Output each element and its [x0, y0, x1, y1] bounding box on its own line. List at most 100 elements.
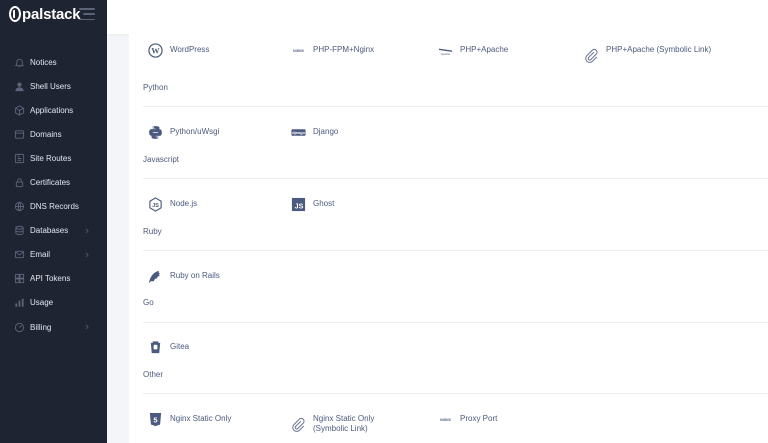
sidebar-item-label: Site Routes [30, 153, 72, 163]
divider [143, 106, 768, 107]
route-icon [13, 152, 25, 164]
wordpress-icon: W [148, 43, 163, 58]
sidebar-item-dns-records[interactable]: DNS Records [0, 195, 107, 219]
divider [143, 393, 768, 394]
app-option-django[interactable]: django Django [291, 125, 338, 140]
users-icon [13, 80, 25, 92]
sidebar-item-api-tokens[interactable]: API Tokens [0, 267, 107, 291]
app-label: PHP+Apache (Symbolic Link) [606, 45, 712, 54]
category-heading-ruby: Ruby [143, 227, 162, 236]
key-icon [13, 273, 25, 285]
sidebar-item-notices[interactable]: Notices [0, 50, 107, 74]
chevron-right-icon [85, 324, 89, 330]
app-label: Nginx Static Only [170, 414, 232, 423]
sidebar-item-site-routes[interactable]: Site Routes [0, 146, 107, 170]
apache-icon: Apache [438, 43, 453, 58]
nginx-icon: NGINX [438, 412, 453, 427]
cube-icon [13, 104, 25, 116]
sidebar-item-domains[interactable]: Domains [0, 122, 107, 146]
sidebar-item-label: Databases [30, 226, 69, 236]
svg-text:5: 5 [153, 415, 157, 424]
envelope-icon [13, 249, 25, 261]
app-option-php-fpm-nginx[interactable]: NGINX PHP-FPM+Nginx [291, 43, 374, 58]
app-option-ghost[interactable]: JS Ghost [291, 197, 334, 212]
app-option-nodejs[interactable]: JS Node.js [148, 197, 197, 212]
window-icon [13, 128, 25, 140]
sidebar-item-databases[interactable]: Databases [0, 219, 107, 243]
category-heading-other: Other [143, 370, 164, 379]
django-icon: django [291, 125, 306, 140]
chevron-right-icon [85, 228, 89, 234]
app-option-python-uwsgi[interactable]: Python/uWsgi [148, 125, 219, 140]
app-option-php-apache-symlink[interactable]: PHP+Apache (Symbolic Link) [584, 43, 724, 63]
sidebar-toggle-icon[interactable] [79, 8, 95, 20]
svg-text:JS: JS [152, 203, 159, 209]
credit-card-icon [13, 321, 25, 333]
app-label: WordPress [170, 45, 210, 54]
brand-name: palstack [22, 5, 81, 23]
app-label: Ghost [313, 199, 335, 208]
app-option-ruby-on-rails[interactable]: Ruby on Rails [148, 269, 220, 284]
sidebar-item-email[interactable]: Email [0, 243, 107, 267]
svg-text:NGINX: NGINX [293, 49, 304, 53]
sidebar-item-label: DNS Records [30, 202, 79, 212]
sidebar-item-applications[interactable]: Applications [0, 98, 107, 122]
category-heading-javascript: Javascript [143, 155, 180, 164]
js-icon: JS [291, 197, 306, 212]
app-label: Python/uWsgi [170, 127, 220, 136]
sidebar-item-label: Notices [30, 57, 57, 67]
app-label: Gitea [170, 342, 190, 351]
sidebar-nav: Notices Shell Users Applications Domains [0, 50, 107, 339]
globe-icon [13, 201, 25, 213]
bell-icon [13, 56, 25, 68]
divider [143, 178, 768, 179]
app-label: PHP+Apache [460, 45, 509, 54]
app-type-picker: W WordPress NGINX PHP-FPM+Nginx Apache P… [129, 34, 768, 443]
svg-text:W: W [151, 46, 160, 56]
sidebar-item-label: Usage [30, 298, 54, 308]
svg-text:Apache: Apache [441, 52, 451, 56]
opalstack-logo-icon [9, 6, 21, 22]
lock-icon [13, 177, 25, 189]
app-option-gitea[interactable]: Gitea [148, 340, 189, 355]
category-heading-go: Go [143, 298, 154, 307]
nginx-icon: NGINX [291, 43, 306, 58]
divider [143, 250, 768, 251]
svg-text:NGINX: NGINX [440, 418, 451, 422]
sidebar-item-shell-users[interactable]: Shell Users [0, 74, 107, 98]
sidebar-item-label: Domains [30, 129, 62, 139]
category-heading-python: Python [143, 83, 168, 92]
app-label: Nginx Static Only (Symbolic Link) [313, 414, 375, 433]
app-option-wordpress[interactable]: W WordPress [148, 43, 209, 58]
app-label: Proxy Port [460, 414, 498, 423]
sidebar: palstack Notices Shell Users Application… [0, 0, 107, 443]
rails-icon [148, 269, 163, 284]
paperclip-icon [291, 417, 306, 432]
sidebar-item-certificates[interactable]: Certificates [0, 170, 107, 194]
sidebar-item-label: Email [30, 250, 51, 260]
app-option-nginx-static-symlink[interactable]: Nginx Static Only (Symbolic Link) [291, 412, 411, 434]
sidebar-item-billing[interactable]: Billing [0, 315, 107, 339]
sidebar-item-label: Shell Users [30, 81, 71, 91]
html5-icon: 5 [148, 412, 163, 427]
chevron-right-icon [85, 252, 89, 258]
brand-logo[interactable]: palstack [9, 5, 81, 23]
app-option-proxy-port[interactable]: NGINX Proxy Port [438, 412, 497, 427]
sidebar-item-label: Certificates [30, 178, 71, 188]
app-label: Node.js [170, 199, 198, 208]
top-header [107, 0, 768, 34]
app-label: Django [313, 127, 339, 136]
svg-text:JS: JS [295, 204, 304, 211]
app-label: PHP-FPM+Nginx [313, 45, 375, 54]
app-option-nginx-static[interactable]: 5 Nginx Static Only [148, 412, 231, 427]
nodejs-icon: JS [148, 197, 163, 212]
paperclip-icon [584, 48, 599, 63]
svg-text:django: django [292, 130, 305, 135]
app-label: Ruby on Rails [170, 271, 220, 280]
python-icon [148, 125, 163, 140]
app-option-php-apache[interactable]: Apache PHP+Apache [438, 43, 508, 58]
gitea-icon [148, 340, 163, 355]
sidebar-item-usage[interactable]: Usage [0, 291, 107, 315]
divider [143, 322, 768, 323]
chart-icon [13, 297, 25, 309]
